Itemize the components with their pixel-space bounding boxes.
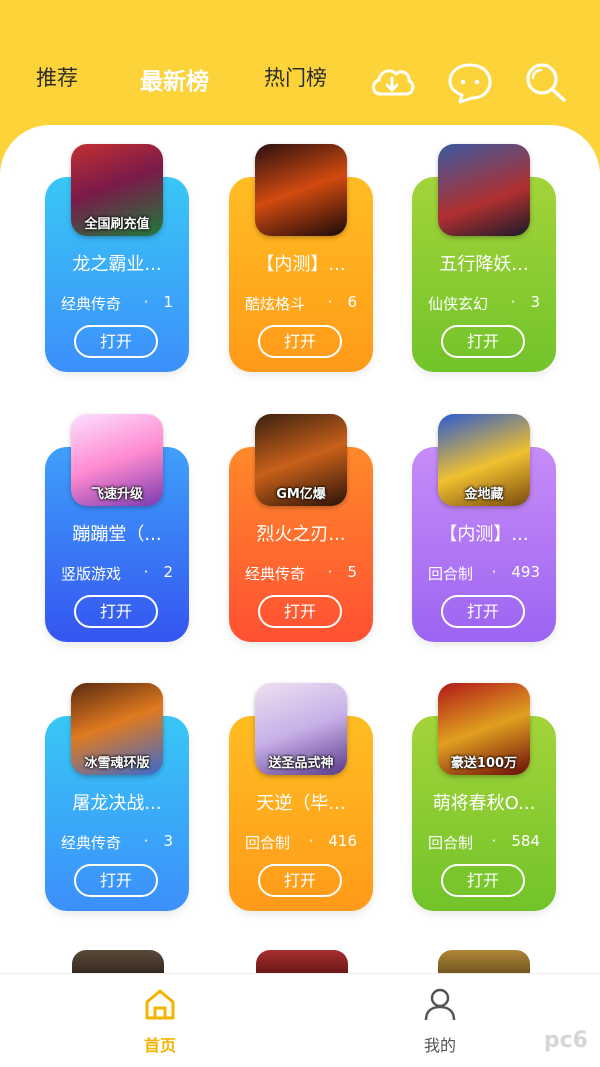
game-category: 回合制 (245, 834, 291, 852)
nav-mine[interactable]: 我的 (400, 986, 480, 1056)
game-thumbnail[interactable]: 豪送100万 (438, 683, 530, 775)
game-count: · 584 (491, 832, 540, 850)
open-button[interactable]: 打开 (74, 595, 158, 628)
game-title: 萌将春秋O... (432, 793, 536, 814)
game-meta: 回合制 · 584 (428, 832, 540, 853)
tab-hot[interactable]: 热门榜 (264, 62, 327, 92)
download-cloud-icon[interactable] (368, 60, 416, 104)
top-navigation: 推荐 最新榜 热门榜 (0, 40, 600, 120)
game-meta: 经典传奇 · 1 (61, 293, 173, 314)
game-count: · 416 (308, 832, 357, 850)
thumbnail-caption: GM亿爆 (276, 487, 326, 502)
tab-recommend[interactable]: 推荐 (36, 62, 78, 92)
game-count: · 6 (327, 293, 357, 311)
open-button[interactable]: 打开 (258, 864, 342, 897)
thumbnail-caption: 飞速升级 (90, 487, 143, 502)
open-button[interactable]: 打开 (441, 325, 525, 358)
game-title: 五行降妖... (439, 254, 529, 275)
game-meta: 经典传奇 · 3 (61, 832, 173, 853)
game-count: · 493 (491, 563, 540, 581)
home-icon (145, 989, 175, 1020)
game-thumbnail[interactable]: 送圣品式神 (255, 683, 347, 775)
game-count: · 1 (143, 293, 173, 311)
chat-bubble-icon[interactable] (446, 60, 494, 104)
game-thumbnail[interactable]: GM亿爆 (255, 414, 347, 506)
game-meta: 仙侠玄幻 · 3 (428, 293, 540, 314)
nav-mine-label: 我的 (423, 1036, 456, 1055)
open-button[interactable]: 打开 (74, 325, 158, 358)
game-thumbnail[interactable]: 金地藏 (438, 414, 530, 506)
user-icon (424, 988, 456, 1021)
game-title: 烈火之刃... (256, 524, 346, 545)
open-button[interactable]: 打开 (258, 595, 342, 628)
game-thumbnail[interactable]: 冰雪魂环版 (71, 683, 163, 775)
game-title: 天逆（毕... (256, 793, 346, 814)
game-meta: 回合制 · 493 (428, 563, 540, 584)
game-category: 回合制 (428, 565, 474, 583)
game-count: · 3 (510, 293, 540, 311)
game-thumbnail[interactable] (438, 144, 530, 236)
game-thumbnail[interactable] (255, 144, 347, 236)
game-title: 屠龙决战... (72, 793, 162, 814)
nav-home[interactable]: 首页 (120, 986, 200, 1056)
thumbnail-caption: 金地藏 (464, 487, 504, 502)
game-category: 酷炫格斗 (245, 295, 306, 313)
open-button[interactable]: 打开 (441, 864, 525, 897)
nav-home-label: 首页 (143, 1036, 176, 1055)
game-meta: 经典传奇 · 5 (245, 563, 357, 584)
game-category: 回合制 (428, 834, 474, 852)
thumbnail-caption: 冰雪魂环版 (84, 756, 150, 771)
game-count: · 3 (143, 832, 173, 850)
game-category: 经典传奇 (245, 565, 306, 583)
watermark: pc6 (543, 1028, 588, 1053)
game-meta: 酷炫格斗 · 6 (245, 293, 357, 314)
search-icon[interactable] (522, 60, 570, 104)
bottom-navigation: 首页 我的 pc6 (0, 973, 600, 1067)
game-category: 仙侠玄幻 (428, 295, 489, 313)
game-thumbnail[interactable]: 全国刷充值 (71, 144, 163, 236)
game-title: 【内测】... (439, 524, 529, 545)
game-title: 蹦蹦堂（... (72, 524, 162, 545)
thumbnail-caption: 豪送100万 (450, 756, 518, 771)
open-button[interactable]: 打开 (74, 864, 158, 897)
open-button[interactable]: 打开 (258, 325, 342, 358)
tab-newest[interactable]: 最新榜 (140, 62, 209, 96)
game-title: 【内测】... (256, 254, 346, 275)
thumbnail-caption: 全国刷充值 (84, 217, 150, 232)
open-button[interactable]: 打开 (441, 595, 525, 628)
game-thumbnail[interactable]: 飞速升级 (71, 414, 163, 506)
game-category: 经典传奇 (61, 834, 122, 852)
game-meta: 竖版游戏 · 2 (61, 563, 173, 584)
game-title: 龙之霸业... (72, 254, 162, 275)
game-category: 竖版游戏 (61, 565, 122, 583)
game-count: · 2 (143, 563, 173, 581)
game-category: 经典传奇 (61, 295, 122, 313)
game-count: · 5 (327, 563, 357, 581)
game-meta: 回合制 · 416 (245, 832, 357, 853)
thumbnail-caption: 送圣品式神 (268, 756, 334, 771)
